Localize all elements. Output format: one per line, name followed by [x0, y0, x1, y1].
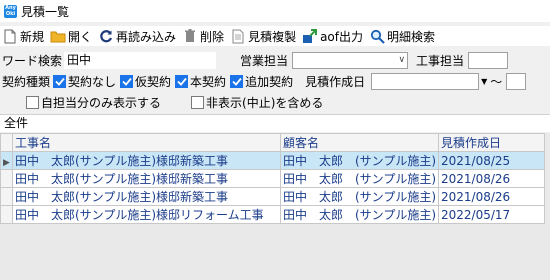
contract-additional-checkbox[interactable]: 追加契約 — [230, 73, 293, 90]
detail-search-label: 明細検索 — [387, 29, 436, 44]
app-icon: Any Oki — [4, 4, 17, 18]
open-button-label: 開く — [68, 29, 93, 44]
cell-customer-name[interactable]: 田中 太郎 (サンプル施主) — [279, 205, 440, 224]
column-header-construction-name[interactable]: 工事名 — [12, 133, 281, 152]
row-pointer-icon: ▶ — [3, 157, 10, 168]
contract-none-checkbox[interactable]: 契約なし — [53, 73, 116, 90]
checkbox-unchecked-icon — [191, 95, 205, 109]
cell-construction-name[interactable]: 田中 太郎(サンプル施主)様邸新築工事 — [12, 169, 281, 188]
cell-estimate-date[interactable]: 2022/05/17 — [438, 205, 546, 224]
estimate-date-from-input[interactable] — [371, 72, 480, 90]
copy-document-icon — [230, 28, 246, 44]
cell-customer-name[interactable]: 田中 太郎 (サンプル施主) — [279, 151, 440, 170]
cell-construction-name[interactable]: 田中 太郎(サンプル施主)様邸新築工事 — [12, 151, 281, 170]
table-row[interactable]: ▶ 田中 太郎(サンプル施主)様邸新築工事 田中 太郎 (サンプル施主) 202… — [0, 151, 546, 170]
checkbox-checked-icon — [175, 74, 189, 88]
construction-rep-select[interactable] — [468, 51, 509, 69]
group-tab-all[interactable]: 全件 — [0, 114, 550, 132]
sales-rep-label: 営業担当 — [240, 53, 289, 68]
duplicate-button[interactable]: 見積複製 — [230, 27, 296, 45]
toolbar: 新規 開く 再読み込み 削除 見積複製 aof出力 明細検索 — [0, 26, 550, 46]
estimate-date-to-input[interactable] — [506, 72, 527, 90]
cell-construction-name[interactable]: 田中 太郎(サンプル施主)様邸新築工事 — [12, 187, 281, 206]
word-search-label: ワード検索 — [2, 53, 63, 68]
delete-button-label: 削除 — [200, 29, 225, 44]
checkbox-checked-icon — [120, 74, 134, 88]
row-header — [0, 169, 13, 188]
reload-button-label: 再読み込み — [116, 29, 177, 44]
title-bar: Any Oki 見積一覧 — [0, 0, 550, 22]
contract-type-label: 契約種類 — [2, 74, 51, 89]
date-dropdown-icon[interactable]: ▼ — [481, 77, 487, 86]
contract-additional-label: 追加契約 — [245, 74, 294, 89]
only-mine-checkbox[interactable]: 自担当分のみ表示する — [26, 94, 161, 111]
export-icon — [302, 28, 318, 44]
row-header-corner — [0, 133, 13, 152]
checkbox-checked-icon — [230, 74, 244, 88]
row-header — [0, 205, 13, 224]
include-hidden-label: 非表示(中止)を含める — [206, 95, 324, 110]
table-row[interactable]: 田中 太郎(サンプル施主)様邸リフォーム工事 田中 太郎 (サンプル施主) 20… — [0, 205, 546, 224]
search-icon — [369, 28, 385, 44]
filter-row-search: ワード検索 田中 営業担当 ∨ 工事担当 — [0, 51, 550, 69]
include-hidden-checkbox[interactable]: 非表示(中止)を含める — [191, 94, 323, 111]
table-row[interactable]: 田中 太郎(サンプル施主)様邸新築工事 田中 太郎 (サンプル施主) 2021/… — [0, 187, 546, 206]
contract-main-label: 本契約 — [190, 74, 227, 89]
column-header-estimate-date[interactable]: 見積作成日 — [438, 133, 546, 152]
filter-row-options: 自担当分のみ表示する 非表示(中止)を含める — [0, 93, 550, 111]
cell-estimate-date[interactable]: 2021/08/26 — [438, 169, 546, 188]
table-header-row: 工事名 顧客名 見積作成日 — [0, 133, 546, 152]
detail-search-button[interactable]: 明細検索 — [369, 27, 435, 45]
filter-row-contract: 契約種類 契約なし 仮契約 本契約 追加契約 見積作成日 ▼ ～ — [0, 72, 550, 90]
checkbox-checked-icon — [53, 74, 67, 88]
chevron-down-icon: ∨ — [398, 54, 406, 65]
cell-construction-name[interactable]: 田中 太郎(サンプル施主)様邸リフォーム工事 — [12, 205, 281, 224]
aof-export-button[interactable]: aof出力 — [302, 27, 363, 45]
sales-rep-select[interactable]: ∨ — [292, 51, 409, 69]
new-button[interactable]: 新規 — [2, 27, 44, 45]
aof-export-label: aof出力 — [320, 29, 363, 44]
estimate-date-label: 見積作成日 — [305, 74, 366, 89]
folder-icon — [50, 28, 66, 44]
cell-customer-name[interactable]: 田中 太郎 (サンプル施主) — [279, 169, 440, 188]
cell-estimate-date[interactable]: 2021/08/25 — [438, 151, 546, 170]
contract-none-label: 契約なし — [68, 74, 117, 89]
table-row[interactable]: 田中 太郎(サンプル施主)様邸新築工事 田中 太郎 (サンプル施主) 2021/… — [0, 169, 546, 188]
cell-customer-name[interactable]: 田中 太郎 (サンプル施主) — [279, 187, 440, 206]
word-search-input[interactable]: 田中 — [64, 51, 217, 69]
contract-main-checkbox[interactable]: 本契約 — [175, 73, 226, 90]
column-header-customer-name[interactable]: 顧客名 — [279, 133, 440, 152]
new-document-icon — [2, 28, 18, 44]
construction-rep-label: 工事担当 — [416, 53, 465, 68]
contract-provisional-checkbox[interactable]: 仮契約 — [120, 73, 171, 90]
cell-estimate-date[interactable]: 2021/08/26 — [438, 187, 546, 206]
only-mine-label: 自担当分のみ表示する — [41, 95, 162, 110]
trash-icon — [182, 28, 198, 44]
duplicate-button-label: 見積複製 — [248, 29, 297, 44]
row-pointer: ▶ — [0, 151, 13, 170]
row-header — [0, 187, 13, 206]
contract-provisional-label: 仮契約 — [135, 74, 172, 89]
window-title: 見積一覧 — [21, 4, 70, 19]
open-button[interactable]: 開く — [50, 27, 92, 45]
delete-button[interactable]: 削除 — [182, 27, 224, 45]
new-button-label: 新規 — [20, 29, 45, 44]
results-grid: 工事名 顧客名 見積作成日 ▶ 田中 太郎(サンプル施主)様邸新築工事 田中 太… — [0, 133, 550, 280]
estimate-table: 工事名 顧客名 見積作成日 ▶ 田中 太郎(サンプル施主)様邸新築工事 田中 太… — [0, 133, 546, 224]
date-range-separator: ～ — [490, 74, 503, 89]
checkbox-unchecked-icon — [26, 95, 39, 109]
reload-icon — [98, 28, 114, 44]
reload-button[interactable]: 再読み込み — [98, 27, 176, 45]
